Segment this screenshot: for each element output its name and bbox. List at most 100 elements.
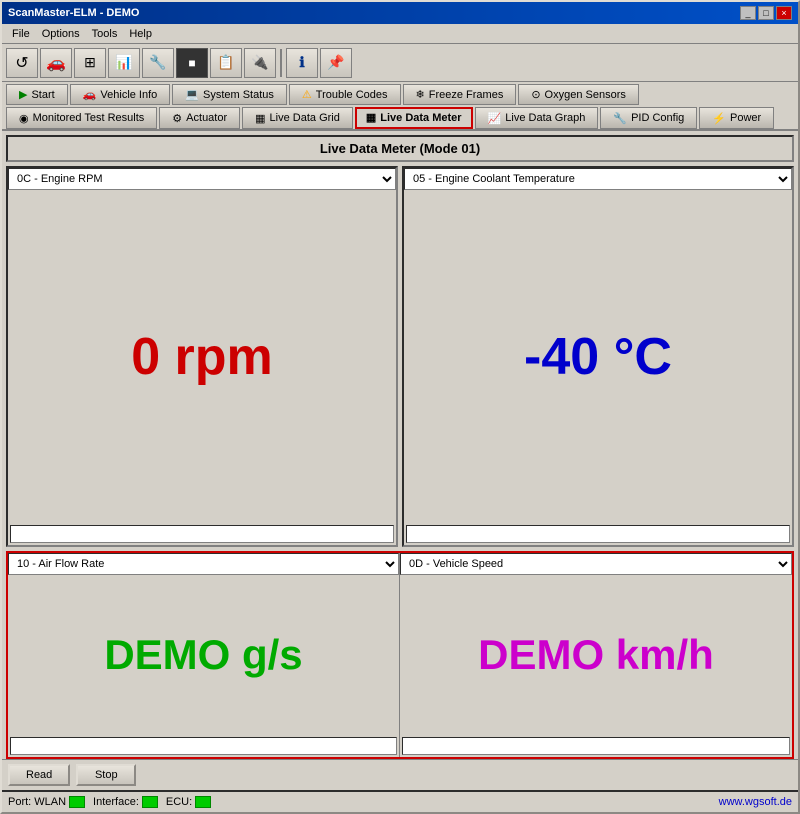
oxygen-sensors-icon: ⊙	[531, 88, 540, 101]
app-title: ScanMaster-ELM - DEMO	[8, 7, 139, 19]
tab-oxygen-sensors[interactable]: ⊙ Oxygen Sensors	[518, 84, 639, 105]
freeze-frames-icon: ❄	[416, 88, 425, 101]
live-data-meter-icon: ▦	[366, 111, 376, 124]
tab-monitored-test-label: Monitored Test Results	[33, 112, 145, 124]
close-button[interactable]: ×	[776, 6, 792, 20]
minimize-button[interactable]: _	[740, 6, 756, 20]
tab-oxygen-sensors-label: Oxygen Sensors	[545, 89, 626, 101]
actuator-icon: ⚙	[172, 112, 182, 125]
meter-value-area-top-right: -40 °C	[404, 190, 792, 523]
dropdown-bottom-left[interactable]: 10 - Air Flow Rate0C - Engine RPM05 - En…	[8, 553, 399, 575]
tab-live-data-meter-label: Live Data Meter	[380, 112, 461, 124]
tab-pid-config-label: PID Config	[631, 112, 684, 124]
monitored-test-icon: ◉	[19, 112, 29, 125]
tab-freeze-frames-label: Freeze Frames	[429, 89, 504, 101]
toolbar-btn-5[interactable]: 🔧	[142, 48, 174, 78]
toolbar: ↺ 🚗 ⊞ 📊 🔧 ■ 📋 🔌 ℹ 📌	[2, 44, 798, 82]
website-link[interactable]: www.wgsoft.de	[719, 796, 792, 808]
menu-tools[interactable]: Tools	[86, 26, 124, 42]
menu-options[interactable]: Options	[36, 26, 86, 42]
title-bar: ScanMaster-ELM - DEMO _ □ ×	[2, 2, 798, 24]
tab-trouble-codes[interactable]: ⚠ Trouble Codes	[289, 84, 401, 105]
tab-start-label: Start	[31, 89, 54, 101]
dropdown-top-left[interactable]: 0C - Engine RPM05 - Engine Coolant Tempe…	[8, 168, 396, 190]
live-data-grid-icon: ▦	[255, 112, 265, 125]
meter-value-rpm: 0 rpm	[131, 327, 273, 387]
read-button[interactable]: Read	[8, 764, 70, 786]
meter-bar-bottom-left	[10, 737, 397, 755]
window-controls: _ □ ×	[740, 6, 792, 20]
meter-bar-top-right	[406, 525, 790, 543]
status-bar: Port: WLAN Interface: ECU: www.wgsoft.de	[2, 790, 798, 812]
ecu-status: ECU:	[166, 796, 211, 808]
live-data-graph-icon: 📈	[488, 112, 502, 125]
tab-power-label: Power	[730, 112, 761, 124]
menu-help[interactable]: Help	[123, 26, 158, 42]
tab-live-data-graph-label: Live Data Graph	[505, 112, 585, 124]
toolbar-btn-info[interactable]: ℹ	[286, 48, 318, 78]
tab-trouble-codes-label: Trouble Codes	[316, 89, 388, 101]
toolbar-btn-8[interactable]: 🔌	[244, 48, 276, 78]
tab-start[interactable]: ▶ Start	[6, 84, 68, 105]
meter-value-area-bottom-right: DEMO km/h	[400, 575, 792, 735]
meter-bottom-left: 10 - Air Flow Rate0C - Engine RPM05 - En…	[8, 553, 400, 757]
toolbar-btn-4[interactable]: 📊	[108, 48, 140, 78]
tab-pid-config[interactable]: 🔧 PID Config	[600, 107, 697, 129]
meter-value-airflow: DEMO g/s	[104, 631, 302, 679]
meter-value-area-top-left: 0 rpm	[8, 190, 396, 523]
interface-led	[142, 796, 158, 808]
toolbar-btn-1[interactable]: ↺	[6, 48, 38, 78]
start-icon: ▶	[19, 88, 27, 101]
tab-row-1: ▶ Start 🚗 Vehicle Info 💻 System Status ⚠…	[2, 82, 798, 105]
toolbar-btn-pin[interactable]: 📌	[320, 48, 352, 78]
tab-power[interactable]: ⚡ Power	[699, 107, 774, 129]
toolbar-btn-3[interactable]: ⊞	[74, 48, 106, 78]
panel-title: Live Data Meter (Mode 01)	[8, 137, 792, 160]
tab-live-data-grid-label: Live Data Grid	[270, 112, 340, 124]
meter-top-right: 05 - Engine Coolant Temperature0C - Engi…	[402, 166, 794, 547]
menu-bar: File Options Tools Help	[2, 24, 798, 44]
tab-system-status-label: System Status	[203, 89, 274, 101]
toolbar-btn-6[interactable]: ■	[176, 48, 208, 78]
toolbar-btn-2[interactable]: 🚗	[40, 48, 72, 78]
trouble-codes-icon: ⚠	[302, 88, 312, 101]
meter-value-area-bottom-left: DEMO g/s	[8, 575, 399, 735]
port-status: Port: WLAN	[8, 796, 85, 808]
dropdown-top-right[interactable]: 05 - Engine Coolant Temperature0C - Engi…	[404, 168, 792, 190]
tab-live-data-grid[interactable]: ▦ Live Data Grid	[242, 107, 353, 129]
interface-status: Interface:	[93, 796, 158, 808]
tab-actuator[interactable]: ⚙ Actuator	[159, 107, 240, 129]
app-window: ScanMaster-ELM - DEMO _ □ × File Options…	[0, 0, 800, 814]
toolbar-btn-7[interactable]: 📋	[210, 48, 242, 78]
stop-button[interactable]: Stop	[76, 764, 136, 786]
system-status-icon: 💻	[185, 88, 199, 101]
meter-value-temp: -40 °C	[524, 327, 672, 387]
ecu-label: ECU:	[166, 796, 192, 808]
tab-live-data-meter[interactable]: ▦ Live Data Meter	[355, 107, 473, 129]
meter-bottom-right: 0D - Vehicle Speed0C - Engine RPM05 - En…	[400, 553, 792, 757]
dropdown-bottom-right[interactable]: 0D - Vehicle Speed0C - Engine RPM05 - En…	[400, 553, 792, 575]
interface-label: Interface:	[93, 796, 139, 808]
content-wrapper: ▶ Start 🚗 Vehicle Info 💻 System Status ⚠…	[2, 82, 798, 812]
ecu-led	[195, 796, 211, 808]
tab-freeze-frames[interactable]: ❄ Freeze Frames	[403, 84, 517, 105]
meter-top-left: 0C - Engine RPM05 - Engine Coolant Tempe…	[6, 166, 398, 547]
toolbar-sep	[280, 49, 282, 77]
vehicle-info-icon: 🚗	[83, 88, 97, 101]
tab-row-2: ◉ Monitored Test Results ⚙ Actuator ▦ Li…	[2, 105, 798, 131]
tab-live-data-graph[interactable]: 📈 Live Data Graph	[475, 107, 599, 129]
port-label: Port:	[8, 796, 31, 808]
tab-vehicle-info[interactable]: 🚗 Vehicle Info	[70, 84, 171, 105]
tab-monitored-test[interactable]: ◉ Monitored Test Results	[6, 107, 157, 129]
meter-bar-bottom-right	[402, 737, 790, 755]
tab-system-status[interactable]: 💻 System Status	[172, 84, 287, 105]
power-icon: ⚡	[712, 112, 726, 125]
menu-file[interactable]: File	[6, 26, 36, 42]
tab-vehicle-info-label: Vehicle Info	[100, 89, 157, 101]
meter-value-speed: DEMO km/h	[478, 631, 714, 679]
tab-actuator-label: Actuator	[186, 112, 227, 124]
control-bar: Read Stop	[2, 759, 798, 790]
port-value: WLAN	[34, 796, 66, 808]
maximize-button[interactable]: □	[758, 6, 774, 20]
meter-bar-top-left	[10, 525, 394, 543]
